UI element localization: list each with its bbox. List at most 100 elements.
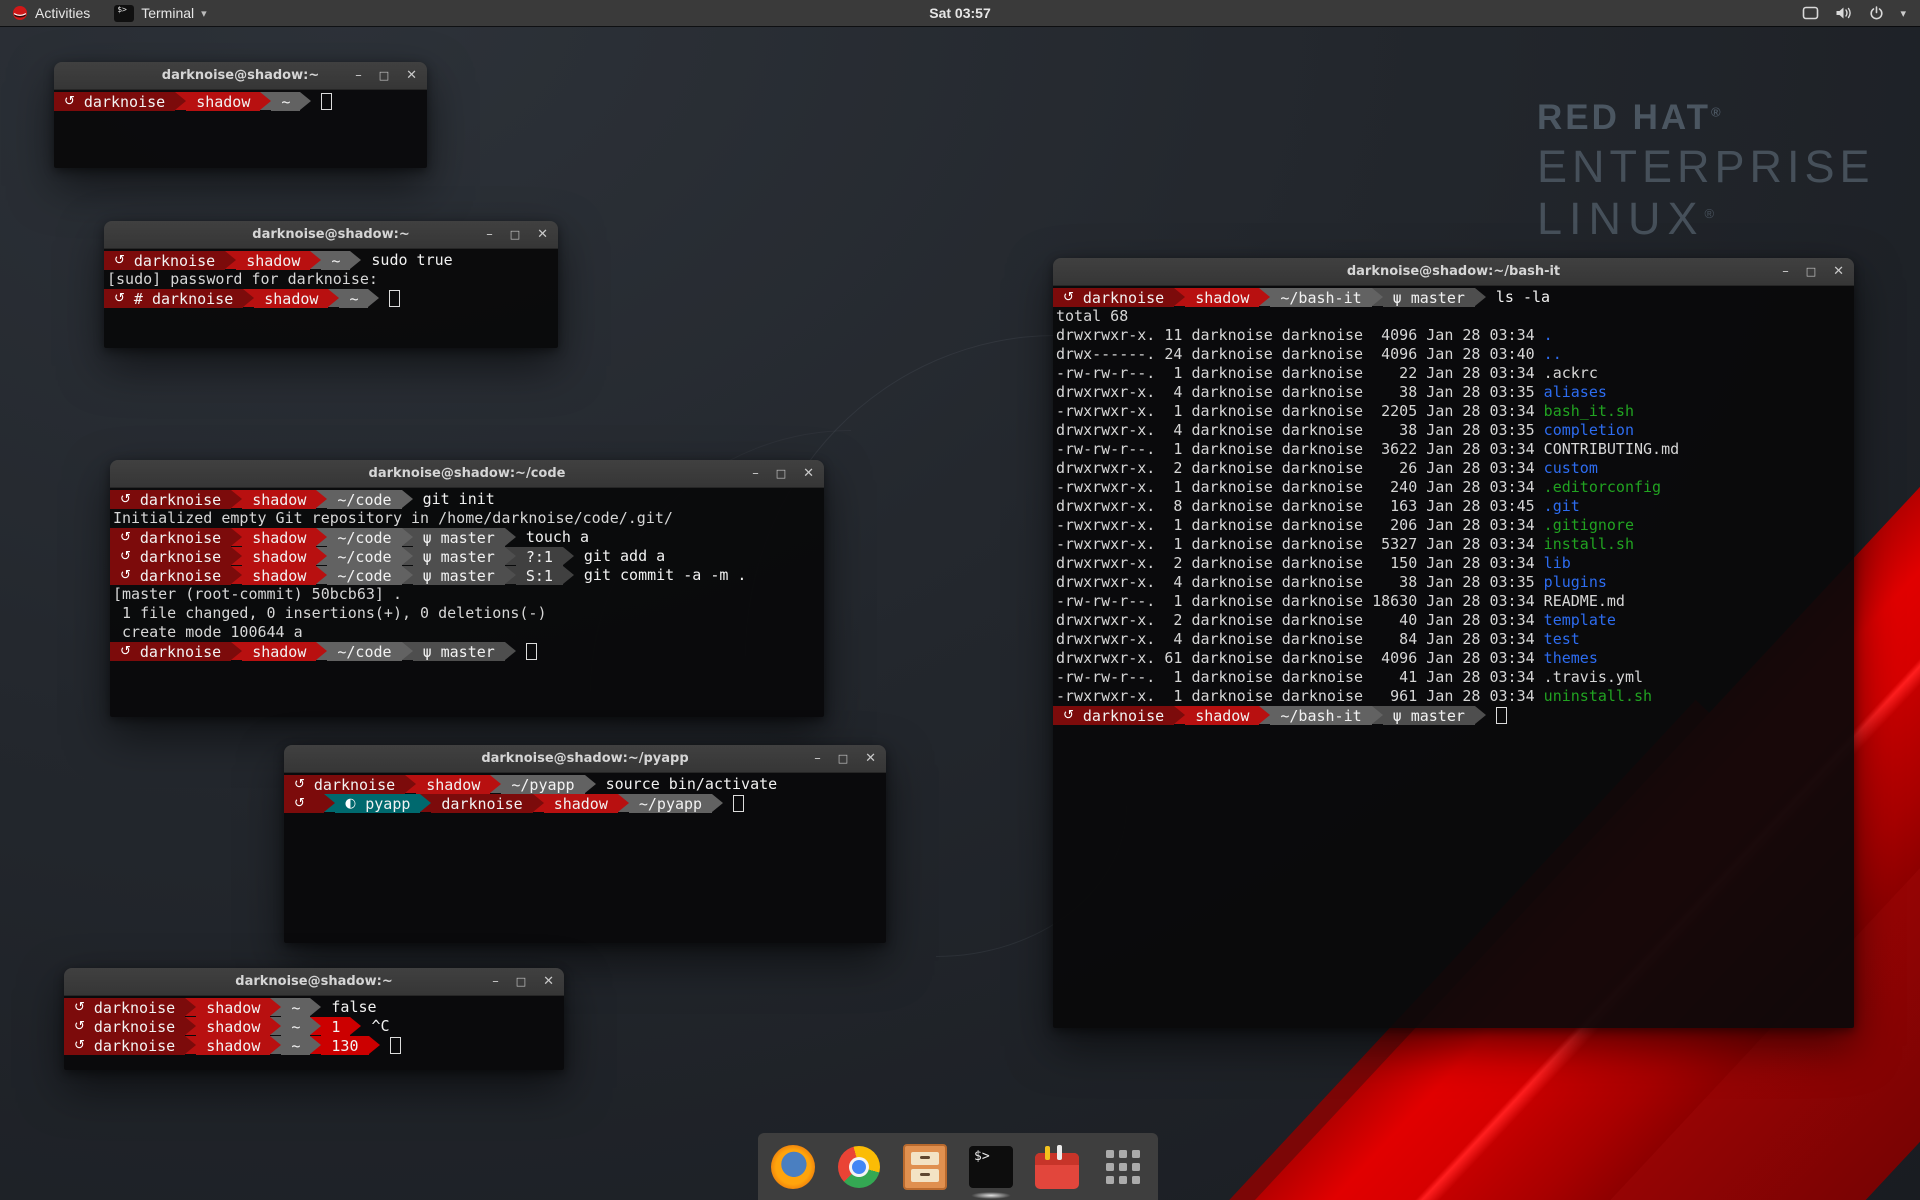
- window-titlebar[interactable]: darknoise@shadow:~/code–□✕: [110, 460, 824, 488]
- terminal-cursor: [733, 795, 744, 812]
- output-text: drwxrwxr-x. 11 darknoise darknoise 4096 …: [1056, 326, 1544, 344]
- terminal-window-code[interactable]: darknoise@shadow:~/code–□✕↺darknoiseshad…: [110, 460, 824, 717]
- output-text: -rwxrwxr-x. 1 darknoise darknoise 206 Ja…: [1056, 516, 1544, 534]
- chrome-icon[interactable]: [836, 1144, 882, 1190]
- terminal-window-sudo[interactable]: darknoise@shadow:~–□✕↺darknoiseshadow~su…: [104, 221, 558, 348]
- prompt-icon: ↺: [1063, 708, 1074, 723]
- terminal-line: -rw-rw-r--. 1 darknoise darknoise 3622 J…: [1053, 440, 1854, 459]
- filename-text: .: [1544, 326, 1553, 344]
- close-button[interactable]: ✕: [543, 975, 554, 988]
- terminal-window-bash-it[interactable]: darknoise@shadow:~/bash-it–□✕↺darknoises…: [1053, 258, 1854, 1028]
- minimize-button[interactable]: –: [355, 69, 362, 82]
- prompt-segment: ~: [271, 92, 300, 111]
- powerline-separator: [490, 775, 501, 793]
- powerline-separator: [712, 794, 723, 812]
- output-text: drwxrwxr-x. 4 darknoise darknoise 38 Jan…: [1056, 421, 1544, 439]
- terminal-icon[interactable]: $>: [968, 1144, 1014, 1190]
- prompt-segment: ~/pyapp: [629, 794, 712, 813]
- chevron-down-icon[interactable]: ▾: [1900, 7, 1906, 20]
- powerline-separator: [270, 1017, 281, 1035]
- system-status-area[interactable]: ▾: [1802, 0, 1920, 26]
- prompt-icon: ↺: [294, 777, 305, 792]
- maximize-button[interactable]: □: [516, 976, 526, 987]
- window-titlebar[interactable]: darknoise@shadow:~–□✕: [64, 968, 564, 996]
- terminal-line: -rw-rw-r--. 1 darknoise darknoise 22 Jan…: [1053, 364, 1854, 383]
- output-text: -rwxrwxr-x. 1 darknoise darknoise 2205 J…: [1056, 402, 1544, 420]
- output-text: .travis.yml: [1544, 668, 1643, 686]
- powerline-separator: [270, 1036, 281, 1054]
- close-button[interactable]: ✕: [406, 69, 417, 82]
- terminal-line: -rw-rw-r--. 1 darknoise darknoise 18630 …: [1053, 592, 1854, 611]
- terminal-line: -rwxrwxr-x. 1 darknoise darknoise 206 Ja…: [1053, 516, 1854, 535]
- powerline-separator: [369, 1036, 380, 1054]
- terminal-content[interactable]: ↺darknoiseshadow~/pyappsource bin/activa…: [284, 773, 886, 943]
- minimize-button[interactable]: –: [492, 975, 499, 988]
- powerline-separator: [505, 547, 516, 565]
- app-menu-terminal[interactable]: $> Terminal ▾: [102, 0, 218, 26]
- display-icon[interactable]: [1802, 6, 1819, 20]
- firefox-icon[interactable]: [770, 1144, 816, 1190]
- maximize-button[interactable]: □: [1806, 266, 1816, 277]
- filename-text: bash_it.sh: [1544, 402, 1634, 420]
- minimize-button[interactable]: –: [486, 228, 493, 241]
- prompt-segment: ~: [321, 251, 350, 270]
- window-titlebar[interactable]: darknoise@shadow:~/bash-it–□✕: [1053, 258, 1854, 286]
- terminal-line: ↺darknoiseshadow~: [54, 92, 427, 111]
- prompt-segment: ↺darknoise: [1053, 288, 1174, 307]
- terminal-window-pyapp[interactable]: darknoise@shadow:~/pyapp–□✕↺darknoisesha…: [284, 745, 886, 943]
- command-text: git init: [423, 490, 495, 509]
- window-titlebar[interactable]: darknoise@shadow:~–□✕: [54, 62, 427, 90]
- powerline-separator: [316, 528, 327, 546]
- minimize-button[interactable]: –: [752, 467, 759, 480]
- terminal-content[interactable]: ↺darknoiseshadow~sudo true[sudo] passwor…: [104, 249, 558, 348]
- terminal-line: -rw-rw-r--. 1 darknoise darknoise 41 Jan…: [1053, 668, 1854, 687]
- terminal-content[interactable]: ↺darknoiseshadow~/codegit initInitialize…: [110, 488, 824, 717]
- minimize-button[interactable]: –: [814, 752, 821, 765]
- powerline-separator: [231, 642, 242, 660]
- clock-label[interactable]: Sat 03:57: [929, 5, 990, 21]
- minimize-button[interactable]: –: [1782, 265, 1789, 278]
- output-text: -rwxrwxr-x. 1 darknoise darknoise 5327 J…: [1056, 535, 1544, 553]
- maximize-button[interactable]: □: [776, 468, 786, 479]
- prompt-segment: ↺: [284, 794, 324, 813]
- close-button[interactable]: ✕: [537, 228, 548, 241]
- terminal-content[interactable]: ↺darknoiseshadow~: [54, 90, 427, 168]
- prompt-segment: ↺darknoise: [110, 642, 231, 661]
- terminal-line: drwxrwxr-x. 2 darknoise darknoise 150 Ja…: [1053, 554, 1854, 573]
- close-button[interactable]: ✕: [1833, 265, 1844, 278]
- volume-icon[interactable]: [1835, 6, 1853, 20]
- files-icon[interactable]: [902, 1144, 948, 1190]
- maximize-button[interactable]: □: [838, 753, 848, 764]
- output-text: total 68: [1056, 307, 1128, 325]
- rhel-branding: RED HAT® ENTERPRISE LINUX®: [1537, 100, 1875, 241]
- activities-button[interactable]: Activities: [0, 0, 102, 26]
- power-icon[interactable]: [1869, 6, 1884, 21]
- maximize-button[interactable]: □: [510, 229, 520, 240]
- terminal-content[interactable]: ↺darknoiseshadow~/bash-itψ masterls -lat…: [1053, 286, 1854, 1028]
- app-grid-icon[interactable]: [1100, 1144, 1146, 1190]
- maximize-button[interactable]: □: [379, 70, 389, 81]
- terminal-line: create mode 100644 a: [110, 623, 824, 642]
- powerline-separator: [328, 289, 339, 307]
- prompt-segment: shadow: [236, 251, 310, 270]
- terminal-line: ↺darknoiseshadow~/codeψ master: [110, 642, 824, 661]
- terminal-window-home-2[interactable]: darknoise@shadow:~–□✕↺darknoiseshadow~fa…: [64, 968, 564, 1070]
- window-titlebar[interactable]: darknoise@shadow:~–□✕: [104, 221, 558, 249]
- output-text: drwxrwxr-x. 61 darknoise darknoise 4096 …: [1056, 649, 1544, 667]
- window-titlebar[interactable]: darknoise@shadow:~/pyapp–□✕: [284, 745, 886, 773]
- output-text: Initialized empty Git repository in /hom…: [113, 509, 673, 527]
- terminal-window-home-1[interactable]: darknoise@shadow:~–□✕↺darknoiseshadow~: [54, 62, 427, 168]
- terminal-content[interactable]: ↺darknoiseshadow~false↺darknoiseshadow~1…: [64, 996, 564, 1070]
- output-text: drwxrwxr-x. 4 darknoise darknoise 38 Jan…: [1056, 573, 1544, 591]
- close-button[interactable]: ✕: [803, 467, 814, 480]
- output-text: -rw-rw-r--. 1 darknoise darknoise 22 Jan…: [1056, 364, 1544, 382]
- terminal-cursor: [526, 643, 537, 660]
- toolbox-icon[interactable]: [1034, 1144, 1080, 1190]
- prompt-segment: S:1: [516, 566, 563, 585]
- powerline-separator: [350, 251, 361, 269]
- powerline-separator: [243, 289, 254, 307]
- command-text: touch a: [526, 528, 589, 547]
- output-text: [master (root-commit) 50bcb63] .: [113, 585, 402, 603]
- filename-text: test: [1544, 630, 1580, 648]
- close-button[interactable]: ✕: [865, 752, 876, 765]
